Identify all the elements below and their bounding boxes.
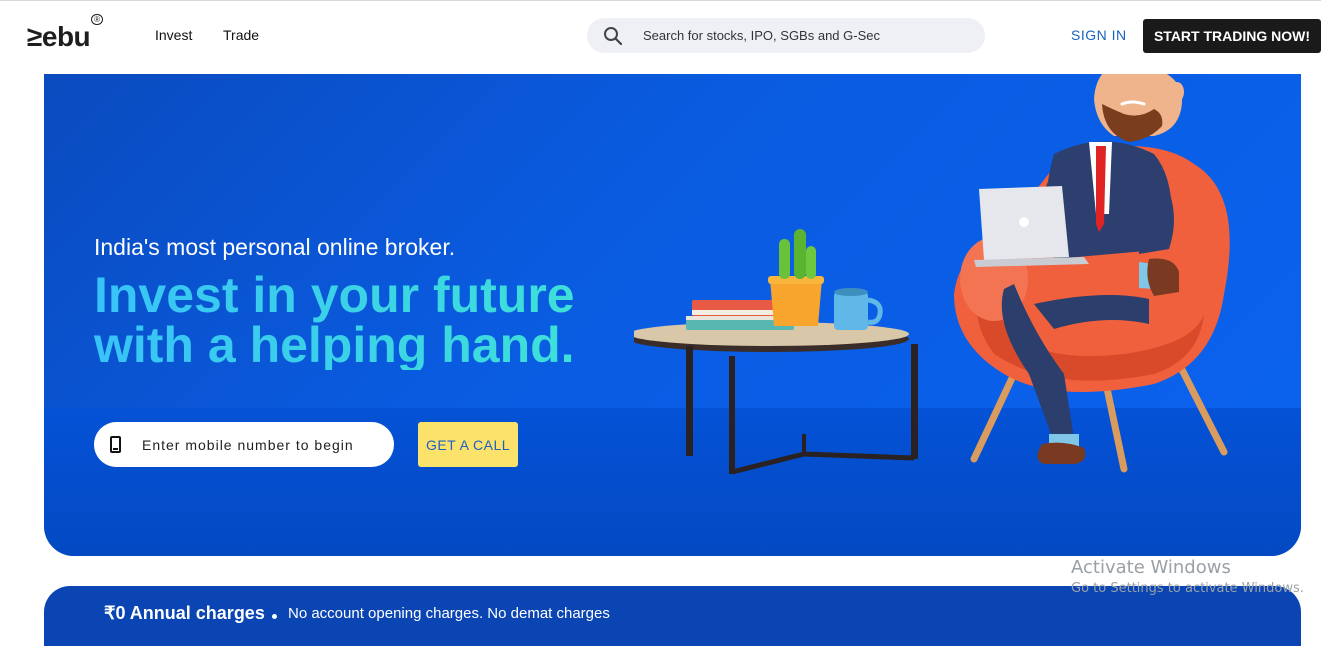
- coffee-table: [634, 322, 918, 475]
- watermark-title: Activate Windows: [1071, 557, 1231, 578]
- get-a-call-button[interactable]: GET A CALL: [418, 422, 518, 467]
- start-trading-button[interactable]: START TRADING NOW!: [1143, 19, 1321, 53]
- sign-in-link[interactable]: SIGN IN: [1071, 27, 1127, 43]
- nav-trade-link[interactable]: Trade: [223, 27, 259, 43]
- mug: [834, 288, 883, 330]
- mobile-number-input[interactable]: [142, 422, 382, 467]
- mobile-number-field[interactable]: [94, 422, 394, 467]
- search-input[interactable]: [643, 18, 973, 53]
- headline-line-2: with a helping hand.: [94, 317, 575, 373]
- nav-invest-link[interactable]: Invest: [155, 27, 192, 43]
- search-icon[interactable]: [603, 26, 623, 46]
- windows-activation-watermark: Activate Windows Go to Settings to activ…: [1071, 557, 1304, 596]
- site-header: ≥ebu® Invest Trade SIGN IN START TRADING…: [0, 1, 1321, 71]
- no-charges-text: No account opening charges. No demat cha…: [288, 605, 610, 622]
- annual-charges-text: ₹0 Annual charges: [104, 603, 265, 623]
- search-bar[interactable]: [587, 18, 985, 53]
- headline-line-1: Invest in your future: [94, 267, 575, 323]
- hero-tagline: India's most personal online broker.: [94, 234, 456, 260]
- mobile-phone-icon: [110, 436, 121, 453]
- logo-text: ≥ebu: [27, 21, 91, 52]
- hero-headline: Invest in your future with a helping han…: [94, 270, 575, 370]
- watermark-subtitle: Go to Settings to activate Windows.: [1071, 581, 1304, 596]
- hero-banner: India's most personal online broker. Inv…: [44, 74, 1301, 556]
- investor-illustration: [634, 74, 1230, 475]
- zebu-logo[interactable]: ≥ebu®: [27, 13, 103, 53]
- cactus-pot: [768, 229, 824, 326]
- bullet-dot: [272, 614, 277, 619]
- registered-mark: ®: [91, 13, 103, 25]
